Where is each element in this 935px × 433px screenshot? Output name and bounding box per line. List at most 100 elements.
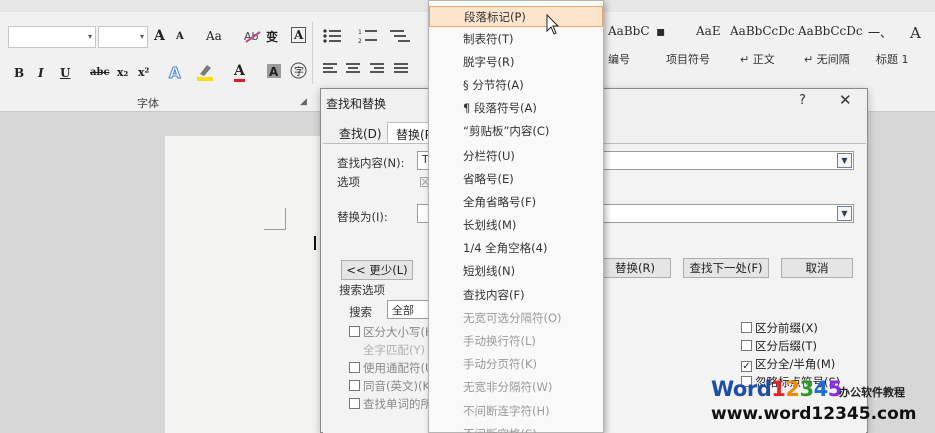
style-label: 编号 bbox=[608, 53, 630, 66]
style-sample: AaBbCcDc bbox=[798, 24, 863, 38]
text-cursor bbox=[314, 236, 316, 250]
svg-text:字: 字 bbox=[294, 65, 304, 78]
font-size-combo[interactable]: ▾ bbox=[98, 26, 148, 48]
match-suffix-label: 区分后缀(T) bbox=[755, 339, 817, 353]
logo-digit: 3 bbox=[799, 377, 814, 401]
logo-digit: 4 bbox=[813, 377, 829, 401]
style-sample: AaBbC bbox=[608, 24, 650, 38]
style-label: ↵ 无间隔 bbox=[804, 53, 850, 66]
replace-button[interactable]: 替换(R) bbox=[599, 258, 671, 278]
menu-item-nonbreaking-space: 不间断空格(S) bbox=[429, 424, 603, 433]
text-effects-icon[interactable]: A bbox=[167, 63, 185, 82]
chevron-down-icon[interactable]: ▼ bbox=[837, 153, 852, 168]
logo-digit: 2 bbox=[785, 377, 800, 401]
match-suffix-checkbox[interactable]: 区分后缀(T) bbox=[741, 338, 817, 354]
mouse-pointer-icon bbox=[546, 14, 560, 35]
find-next-button[interactable]: 查找下一处(F) bbox=[683, 258, 769, 278]
menu-item-nonbreaking-hyphen: 不间断连字符(H) bbox=[463, 404, 550, 418]
style-tile-more[interactable]: A bbox=[906, 18, 934, 72]
style-sample: AaE bbox=[696, 24, 721, 38]
multilevel-list-icon[interactable] bbox=[390, 28, 412, 44]
help-icon[interactable]: ? bbox=[799, 93, 806, 108]
chevron-down-icon[interactable]: ▼ bbox=[837, 206, 852, 221]
bold-button[interactable]: B bbox=[14, 66, 24, 80]
margin-crop-mark bbox=[264, 208, 286, 230]
shrink-font-button[interactable]: A bbox=[176, 31, 184, 42]
style-label: 标题 1 bbox=[876, 53, 909, 66]
underline-button[interactable]: U bbox=[60, 66, 70, 80]
highlight-color-icon[interactable] bbox=[196, 62, 214, 82]
numbering-icon[interactable]: 12 bbox=[358, 28, 378, 44]
svg-text:2: 2 bbox=[358, 38, 362, 44]
sounds-like-label: 同音(英文)(K) bbox=[363, 379, 435, 393]
menu-item-quarter-em-space[interactable]: 1/4 全角空格(4) bbox=[429, 238, 603, 259]
style-sample: A bbox=[910, 24, 921, 42]
strikethrough-button[interactable]: abc bbox=[90, 67, 110, 78]
tab-find[interactable]: 查找(D) bbox=[331, 122, 390, 144]
clear-formatting-icon[interactable]: Ab bbox=[244, 28, 262, 44]
style-tile-no-spacing[interactable]: AaBbCcDc ↵ 无间隔 bbox=[794, 18, 863, 72]
cancel-button[interactable]: 取消 bbox=[781, 258, 853, 278]
change-case-button[interactable]: Aa bbox=[206, 29, 222, 43]
watermark-url: www.word12345.com bbox=[711, 404, 917, 424]
wildcards-checkbox[interactable]: 使用通配符(U) bbox=[349, 360, 438, 376]
search-options-label: 搜索选项 bbox=[339, 283, 385, 297]
font-name-combo[interactable]: ▾ bbox=[8, 26, 96, 48]
phonetic-guide-button[interactable]: 变 bbox=[266, 28, 278, 45]
menu-item-caret[interactable]: 脱字号(R) bbox=[429, 52, 603, 73]
grow-font-button[interactable]: A bbox=[154, 28, 165, 44]
bullets-icon[interactable] bbox=[322, 28, 342, 44]
whole-word-checkbox[interactable]: 全字匹配(Y) bbox=[363, 342, 425, 358]
whole-word-label: 全字匹配(Y) bbox=[363, 343, 425, 357]
svg-text:A: A bbox=[169, 64, 181, 81]
site-watermark: Word12345 办公软件教程 www.word12345.com bbox=[707, 375, 933, 431]
find-what-label: 查找内容(N): bbox=[337, 156, 405, 170]
font-color-button[interactable]: A bbox=[234, 63, 245, 82]
close-icon[interactable]: ✕ bbox=[839, 91, 852, 109]
menu-item-find-what-text[interactable]: 查找内容(F) bbox=[429, 285, 603, 306]
character-border-button[interactable]: A bbox=[291, 27, 307, 43]
menu-item-tab[interactable]: 制表符(T) bbox=[429, 29, 603, 50]
subscript-button[interactable]: x₂ bbox=[117, 66, 128, 79]
justify-icon[interactable] bbox=[394, 62, 410, 76]
enclose-characters-icon[interactable]: 字 bbox=[290, 62, 307, 79]
style-tile-bullets[interactable]: AaE 项目符号 bbox=[662, 18, 728, 72]
style-label: ↵ 正文 bbox=[740, 53, 775, 66]
less-button[interactable]: << 更少(L) bbox=[341, 260, 413, 280]
replace-with-label: 替换为(I): bbox=[337, 210, 388, 224]
match-prefix-label: 区分前缀(X) bbox=[755, 321, 818, 335]
menu-item-manual-page-break: 手动分页符(K) bbox=[463, 357, 538, 371]
font-group-label: 字体 bbox=[137, 97, 159, 110]
menu-item-paragraph-char[interactable]: ¶ 段落符号(A) bbox=[429, 98, 603, 119]
align-right-icon[interactable] bbox=[370, 62, 386, 76]
superscript-button[interactable]: x² bbox=[138, 66, 149, 79]
align-left-icon[interactable] bbox=[323, 62, 339, 76]
style-label: 项目符号 bbox=[666, 53, 710, 66]
menu-item-ellipsis[interactable]: 省略号(E) bbox=[429, 169, 603, 190]
watermark-tagline: 办公软件教程 bbox=[839, 386, 905, 399]
dialog-launcher-icon[interactable]: ◢ bbox=[300, 97, 307, 107]
match-case-checkbox[interactable]: 区分大小写(H) bbox=[349, 324, 438, 340]
group-divider bbox=[312, 22, 313, 84]
logo-digit: 1 bbox=[771, 377, 786, 401]
sounds-like-checkbox[interactable]: 同音(英文)(K) bbox=[349, 378, 435, 394]
menu-item-em-dash[interactable]: 长划线(M) bbox=[429, 215, 603, 236]
menu-item-clipboard[interactable]: “剪贴板”内容(C) bbox=[429, 121, 603, 142]
match-width-checkbox[interactable]: ✓ 区分全/半角(M) bbox=[741, 356, 835, 372]
menu-item-en-dash[interactable]: 短划线(N) bbox=[429, 261, 603, 282]
search-direction-label: 搜索 bbox=[349, 305, 372, 319]
menu-item-column-break[interactable]: 分栏符(U) bbox=[429, 146, 603, 167]
match-prefix-checkbox[interactable]: 区分前缀(X) bbox=[741, 320, 818, 336]
menu-item-fullwidth-ellipsis[interactable]: 全角省略号(F) bbox=[429, 192, 603, 213]
style-tile-normal[interactable]: AaBbCcDc ↵ 正文 bbox=[726, 18, 795, 72]
menu-item-section-char[interactable]: § 分节符(A) bbox=[429, 75, 603, 96]
dialog-title: 查找和替换 bbox=[326, 97, 387, 111]
style-tile-heading-1[interactable]: 一、 标题 1 bbox=[864, 18, 910, 72]
watermark-logo: Word12345 bbox=[711, 377, 842, 401]
character-shading-icon[interactable]: A bbox=[266, 63, 282, 79]
align-center-icon[interactable] bbox=[346, 62, 362, 76]
svg-text:1: 1 bbox=[358, 29, 362, 36]
italic-button[interactable]: I bbox=[38, 66, 44, 80]
search-direction-select[interactable]: 全部 bbox=[387, 300, 433, 319]
menu-item-paragraph-mark[interactable]: 段落标记(P) bbox=[429, 6, 603, 27]
